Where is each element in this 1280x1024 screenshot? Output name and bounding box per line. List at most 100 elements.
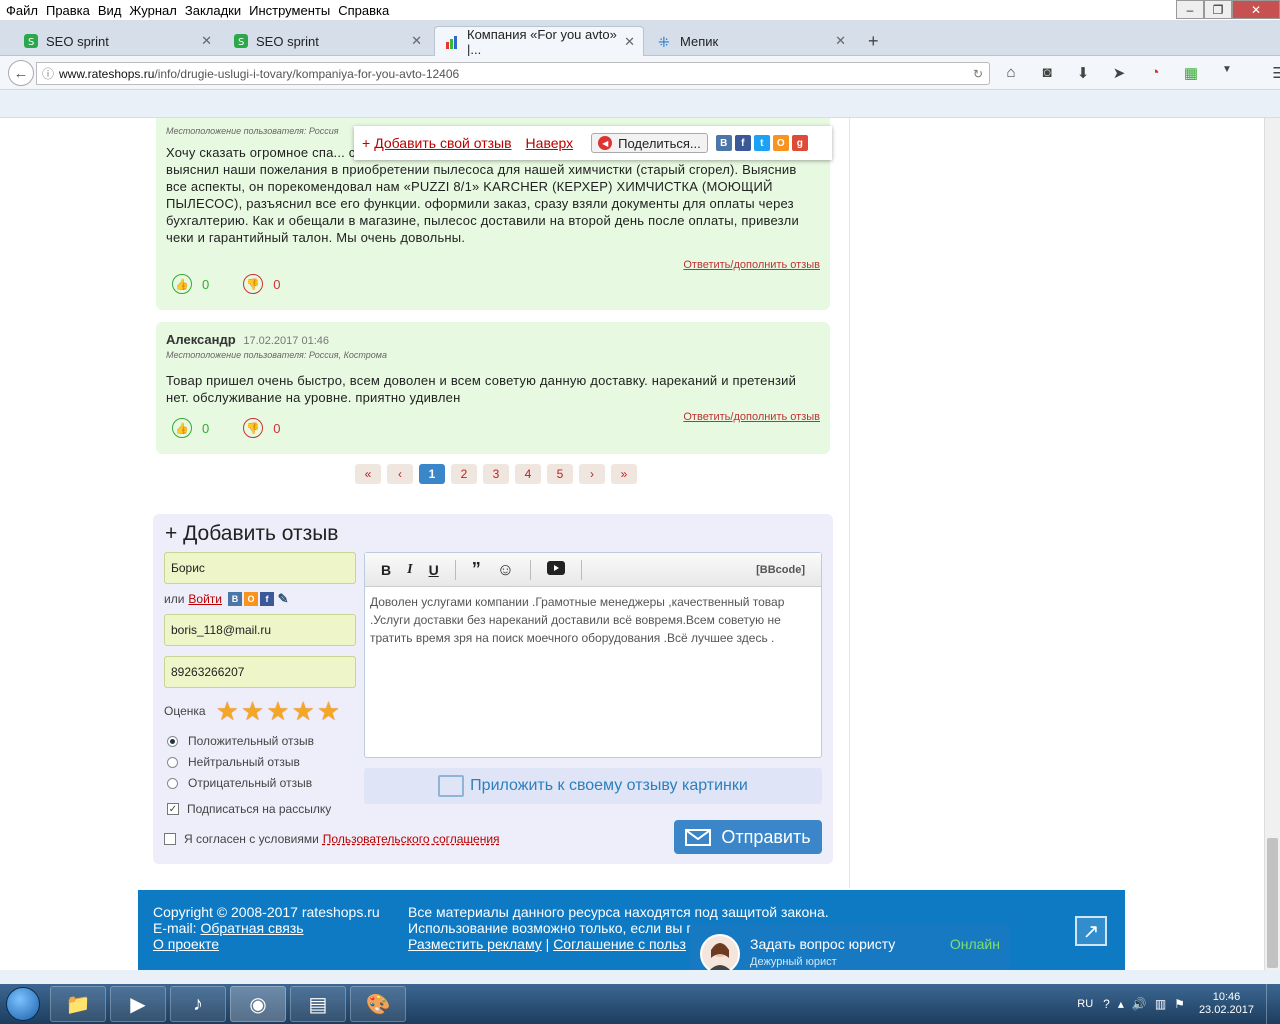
lawyer-chat-widget[interactable]: Задать вопрос юристу Дежурный юрист Онла… [690,924,1010,970]
to-top-link[interactable]: Наверх [526,135,574,151]
login-link[interactable]: Войти [188,592,222,606]
add-review-link[interactable]: Добавить свой отзыв [374,135,511,151]
review-type-neutral[interactable]: Нейтральный отзыв [167,755,300,769]
menu-edit[interactable]: Правка [46,3,90,18]
review-textarea[interactable]: Доволен услугами компании .Грамотные мен… [365,587,821,653]
page-prev[interactable]: ‹ [387,464,413,484]
underline-icon[interactable]: U [429,562,439,578]
language-indicator[interactable]: RU [1077,998,1093,1010]
close-tab-icon[interactable]: ✕ [624,34,635,50]
radio[interactable] [167,777,178,789]
chevron-up-icon[interactable]: ▴ [1118,997,1124,1011]
thumbs-down-icon[interactable]: 👎 [243,418,264,438]
page-4[interactable]: 4 [515,464,541,484]
back-arrow-icon[interactable]: ← [8,60,34,86]
attach-images-button[interactable]: Приложить к своему отзыву картинки [364,768,822,804]
page-next[interactable]: › [579,464,605,484]
star-icon[interactable]: ★ [266,698,289,724]
flag-icon[interactable]: ⚑ [1174,997,1185,1011]
help-icon[interactable]: ? [1103,997,1110,1011]
page-first[interactable]: « [355,464,381,484]
agreement-footer-link[interactable]: Соглашение с польз [553,936,686,952]
thumbs-up-icon[interactable]: 👍 [172,418,192,438]
page-last[interactable]: » [611,464,637,484]
start-button[interactable] [0,984,46,1024]
close-tab-icon[interactable]: ✕ [835,33,846,49]
agree-checkbox[interactable]: Я согласен с условиями Пользовательского… [164,832,500,846]
extension-badge-icon[interactable]: ◔ [1144,64,1166,82]
vk-icon[interactable]: В [715,135,732,151]
phone-field[interactable]: 89263266207 [164,656,356,688]
explorer-folder-icon[interactable]: 📁 [50,986,106,1022]
page-2[interactable]: 2 [451,464,477,484]
address-bar[interactable]: ⓘ www.rateshops.ru /info/drugie-uslugi-i… [36,62,990,85]
checkbox[interactable] [164,833,176,845]
twitter-icon[interactable]: t [753,135,770,151]
close-window-button[interactable]: ✕ [1232,0,1280,19]
page-scrollbar[interactable] [1264,118,1280,970]
feedback-link[interactable]: Обратная связь [200,920,303,936]
download-arrow-icon[interactable]: ⬇ [1072,64,1094,82]
star-icon[interactable]: ★ [216,698,239,724]
firefox-icon[interactable]: ◉ [230,986,286,1022]
ads-link[interactable]: Разместить рекламу [408,936,542,952]
review-type-positive[interactable]: Положительный отзыв [167,734,314,748]
media-player-icon[interactable]: ▶ [110,986,166,1022]
italic-icon[interactable]: I [407,562,412,578]
vk-icon[interactable]: В [228,592,243,606]
page-1[interactable]: 1 [419,464,445,484]
send-button[interactable]: Отправить [674,820,822,854]
hamburger-menu-icon[interactable]: ☰ [1268,64,1280,82]
reply-link[interactable]: Ответить/дополнить отзыв [683,411,820,423]
reload-icon[interactable]: ↻ [973,67,983,81]
dropdown-chevron-icon[interactable]: ▼ [1216,64,1238,82]
radio-selected[interactable] [167,735,178,747]
google-plus-icon[interactable]: g [791,135,808,151]
odnoklassniki-icon[interactable]: О [244,592,259,606]
page-3[interactable]: 3 [483,464,509,484]
video-icon[interactable] [547,561,566,578]
home-icon[interactable]: ⌂ [1000,64,1022,82]
quote-icon[interactable]: ” [472,559,481,580]
share-button[interactable]: ◀ Поделиться... [591,133,708,153]
menu-file[interactable]: Файл [6,3,38,18]
menu-bookmarks[interactable]: Закладки [185,3,241,18]
fl-studio-icon[interactable]: ♪ [170,986,226,1022]
extension-grid-icon[interactable]: ▦ [1180,64,1202,82]
reply-link[interactable]: Ответить/дополнить отзыв [683,259,820,271]
volume-icon[interactable]: 🔊 [1132,997,1147,1011]
scrollbar-thumb[interactable] [1267,838,1278,968]
thumbs-down-icon[interactable]: 👎 [243,274,264,294]
close-tab-icon[interactable]: ✕ [411,33,422,49]
info-icon[interactable]: ⓘ [37,65,59,82]
facebook-icon[interactable]: f [260,592,275,606]
subscribe-checkbox[interactable]: ✓ Подписаться на рассылку [167,802,331,816]
show-desktop-button[interactable] [1266,984,1280,1024]
close-tab-icon[interactable]: ✕ [201,33,212,49]
star-icon[interactable]: ★ [241,698,264,724]
menu-view[interactable]: Вид [98,3,122,18]
clock[interactable]: 10:46 23.02.2017 [1199,991,1254,1017]
menu-history[interactable]: Журнал [129,3,176,18]
radio[interactable] [167,756,178,768]
email-field[interactable]: boris_118@mail.ru [164,614,356,646]
tab-seo-sprint-1[interactable]: S SEO sprint ✕ [14,26,220,56]
tab-seo-sprint-2[interactable]: S SEO sprint ✕ [224,26,430,56]
odnoklassniki-icon[interactable]: О [772,135,789,151]
menu-help[interactable]: Справка [338,3,389,18]
bold-icon[interactable]: B [381,562,391,578]
bbcode-toggle[interactable]: [BBcode] [756,564,805,576]
thumbs-up-icon[interactable]: 👍 [172,274,192,294]
tab-mepik[interactable]: ⁜ Мепик ✕ [648,26,854,56]
agreement-link[interactable]: Пользовательского соглашения [323,832,500,846]
checkbox-checked[interactable]: ✓ [167,803,179,815]
edit-pencil-icon[interactable]: ✎ [276,591,290,606]
paint-icon[interactable]: 🎨 [350,986,406,1022]
star-icon[interactable]: ★ [292,698,315,724]
network-icon[interactable]: ▥ [1155,997,1166,1011]
scroll-up-arrow-icon[interactable]: ↗ [1075,916,1107,946]
star-icon[interactable]: ★ [317,698,340,724]
about-link[interactable]: О проекте [153,936,219,952]
page-5[interactable]: 5 [547,464,573,484]
menu-tools[interactable]: Инструменты [249,3,330,18]
